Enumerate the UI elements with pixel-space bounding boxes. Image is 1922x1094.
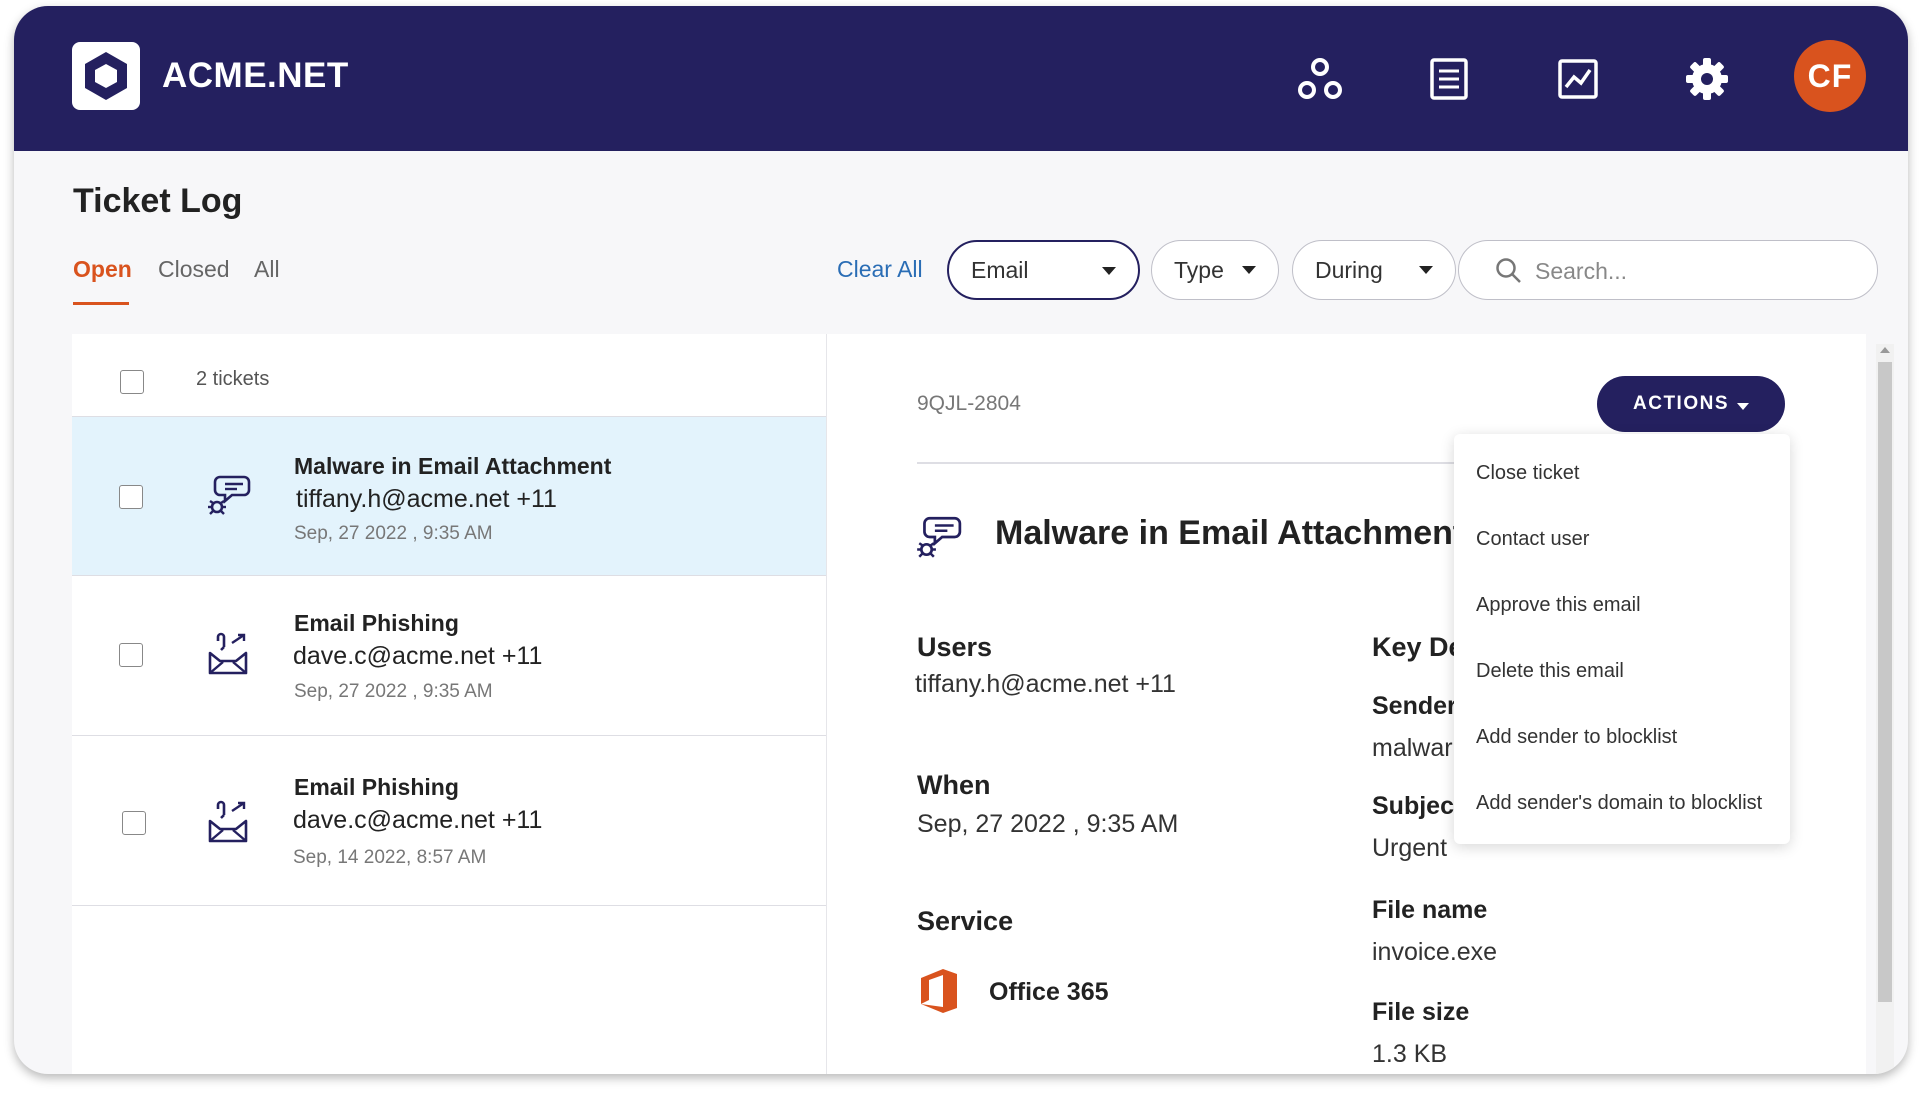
ticket-date: Sep, 27 2022 , 9:35 AM [294,523,493,544]
row-checkbox[interactable] [122,811,146,835]
list-icon[interactable] [1426,56,1472,102]
list-header: 2 tickets [72,334,826,417]
logo[interactable] [72,42,140,110]
row-checkbox[interactable] [119,485,143,509]
during-filter-label: During [1315,256,1383,283]
ticket-count: 2 tickets [196,368,270,390]
actions-button[interactable]: ACTIONS [1597,376,1785,432]
menu-item-close-ticket[interactable]: Close ticket [1476,462,1579,485]
type-filter-label: Type [1174,256,1224,283]
filename-value: invoice.exe [1372,938,1498,966]
users-value: tiffany.h@acme.net +11 [915,670,1176,698]
row-checkbox[interactable] [119,643,143,667]
hexagon-logo-icon [85,52,127,100]
when-value: Sep, 27 2022 , 9:35 AM [917,810,1179,838]
filename-label: File name [1372,896,1488,924]
when-label: When [917,770,991,800]
search-placeholder: Search... [1535,258,1628,284]
email-filter-label: Email [971,256,1029,283]
filesize-label: File size [1372,998,1470,1026]
gear-icon[interactable] [1684,56,1730,102]
search-input[interactable]: Search... [1458,240,1878,300]
caret-down-icon [1102,267,1116,275]
app-window: ACME.NET CF Ticket Log Open Closed All C… [14,6,1908,1074]
ticket-date: Sep, 14 2022, 8:57 AM [293,847,487,868]
ticket-row[interactable]: Email Phishing dave.c@acme.net +11 Sep, … [72,577,826,736]
caret-down-icon [1419,266,1433,274]
nodes-icon[interactable] [1297,56,1343,102]
menu-item-block-domain[interactable]: Add sender's domain to blocklist [1476,792,1762,815]
phishing-icon [208,632,248,675]
ticket-date: Sep, 27 2022 , 9:35 AM [294,681,493,702]
detail-title: Malware in Email Attachment [995,514,1465,552]
filesize-value: 1.3 KB [1372,1040,1448,1068]
office-365-icon [921,969,957,1013]
search-icon [1496,258,1521,283]
top-header: ACME.NET CF [14,6,1908,151]
ticket-email: dave.c@acme.net +11 [293,642,543,670]
menu-item-block-sender[interactable]: Add sender to blocklist [1476,726,1677,749]
ticket-email: tiffany.h@acme.net +11 [296,485,557,513]
menu-item-approve-email[interactable]: Approve this email [1476,594,1641,617]
ticket-title: Email Phishing [294,610,459,636]
during-filter-dropdown[interactable]: During [1292,240,1456,300]
menu-item-contact-user[interactable]: Contact user [1476,528,1589,551]
clear-all-link[interactable]: Clear All [837,256,923,283]
caret-down-icon [1737,402,1749,410]
subject-label: Subject [1372,792,1463,820]
ticket-title: Email Phishing [294,774,459,800]
menu-item-delete-email[interactable]: Delete this email [1476,660,1624,683]
ticket-title: Malware in Email Attachment [294,453,612,479]
scrollbar-thumb[interactable] [1878,362,1892,1002]
detail-divider [917,462,1477,464]
users-label: Users [917,632,993,662]
ticket-row[interactable]: Malware in Email Attachment tiffany.h@ac… [72,417,826,576]
service-value: Office 365 [989,978,1109,1006]
sender-label: Sender [1372,692,1457,720]
chart-icon[interactable] [1555,56,1601,102]
tab-open[interactable]: Open [73,256,132,283]
actions-menu: Close ticket Contact user Approve this e… [1454,434,1790,844]
ticket-list: 2 tickets Malware in Email Attachment ti… [72,334,826,1074]
service-label: Service [917,906,1014,936]
sender-value: malwar [1372,734,1453,762]
user-avatar[interactable]: CF [1794,40,1866,112]
phishing-icon [208,800,248,843]
subject-value: Urgent [1372,834,1448,862]
actions-label: ACTIONS [1633,393,1729,414]
brand-name: ACME.NET [162,56,349,95]
malware-icon [208,475,251,515]
ticket-id: 9QJL-2804 [917,392,1021,415]
page-title: Ticket Log [73,182,243,220]
malware-icon [917,516,962,558]
key-details-label: Key De [1372,632,1464,662]
tab-closed[interactable]: Closed [158,256,230,283]
ticket-email: dave.c@acme.net +11 [293,806,543,834]
active-tab-indicator [73,302,129,305]
tab-all[interactable]: All [254,256,280,283]
email-filter-dropdown[interactable]: Email [947,240,1140,300]
scroll-up-icon[interactable] [1880,347,1890,353]
type-filter-dropdown[interactable]: Type [1151,240,1279,300]
ticket-row[interactable]: Email Phishing dave.c@acme.net +11 Sep, … [72,737,826,906]
select-all-checkbox[interactable] [120,370,144,394]
caret-down-icon [1242,266,1256,274]
